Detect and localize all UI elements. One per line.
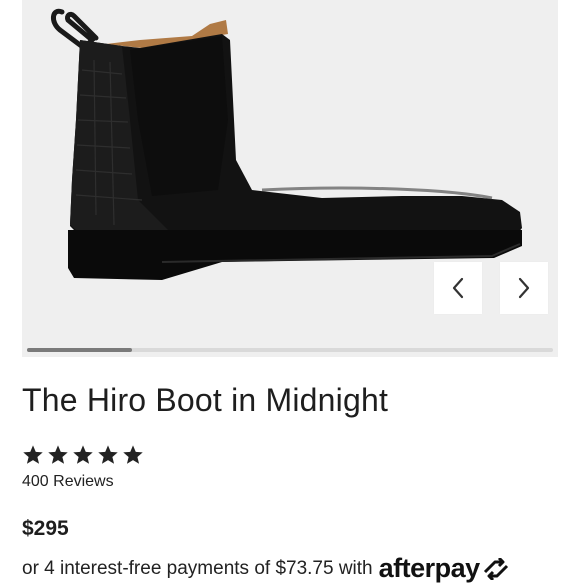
installment-info: or 4 interest-free payments of $73.75 wi…	[22, 553, 511, 584]
star-rating[interactable]	[22, 444, 144, 466]
product-title: The Hiro Boot in Midnight	[22, 382, 389, 418]
product-price: $295	[22, 517, 69, 540]
afterpay-arrows-icon	[483, 557, 508, 580]
reviews-link[interactable]: 400 Reviews	[22, 473, 114, 491]
product-image-gallery[interactable]	[22, 0, 558, 357]
star-icon	[123, 445, 143, 464]
star-icon	[48, 445, 68, 464]
gallery-next-button[interactable]	[500, 262, 548, 314]
star-icon	[98, 445, 118, 464]
gallery-prev-button[interactable]	[434, 262, 482, 314]
gallery-scrollbar-thumb[interactable]	[27, 348, 133, 352]
installment-text: or 4 interest-free payments of $73.75 wi…	[22, 557, 373, 579]
chevron-left-icon	[452, 277, 464, 299]
afterpay-wordmark: afterpay	[378, 553, 481, 583]
star-icon	[73, 445, 93, 464]
afterpay-logo[interactable]: afterpay	[379, 553, 511, 584]
star-icon	[23, 445, 43, 464]
chevron-right-icon	[518, 277, 530, 299]
gallery-scrollbar[interactable]	[27, 348, 553, 352]
